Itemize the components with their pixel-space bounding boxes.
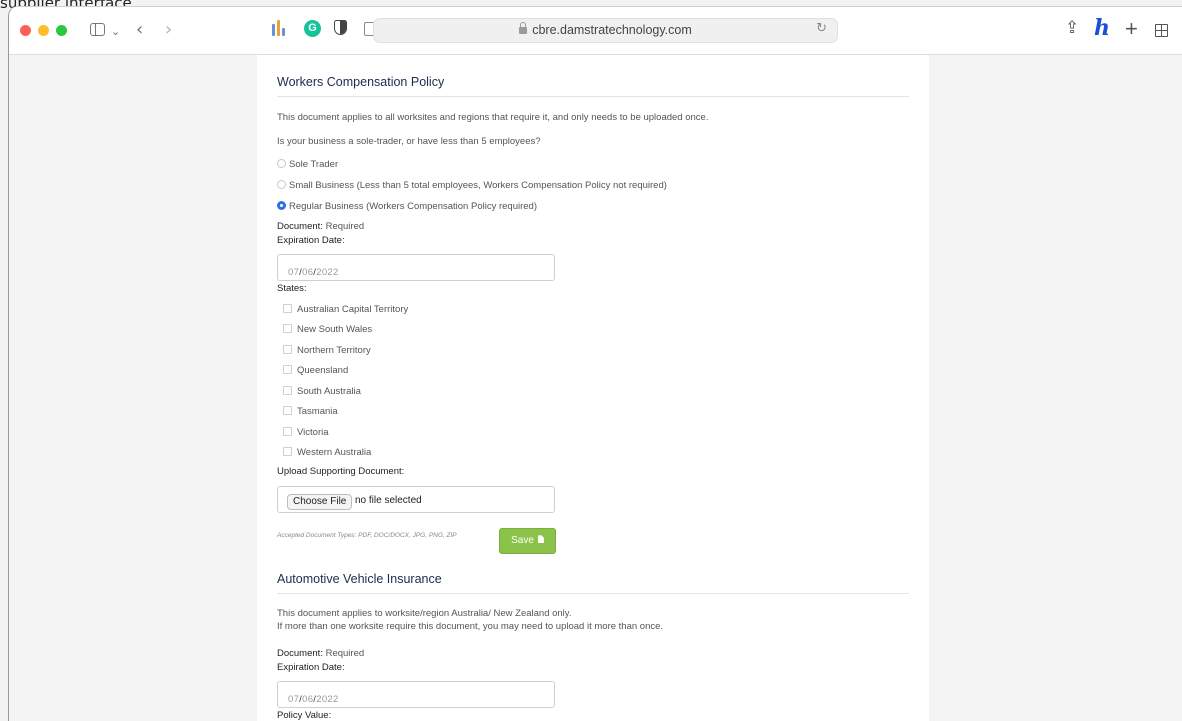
checkbox[interactable] [283, 344, 292, 354]
state-checkbox-nsw[interactable]: New South Wales [283, 323, 372, 335]
checkbox[interactable] [283, 426, 292, 436]
back-arrow-icon[interactable]: ‹ [136, 18, 143, 42]
policy-value-label: Policy Value: [277, 710, 332, 721]
states-label: States: [277, 283, 307, 294]
address-url: cbre.damstratechnology.com [532, 23, 692, 37]
state-checkbox-wa[interactable]: Western Australia [283, 446, 371, 458]
file-upload-input[interactable]: Choose File no file selected [277, 486, 555, 513]
vehicle-intro-line2: If more than one worksite require this d… [277, 621, 664, 632]
state-checkbox-act[interactable]: Australian Capital Territory [283, 303, 408, 315]
checkbox[interactable] [283, 303, 292, 313]
sidebar-toggle-icon[interactable] [90, 23, 105, 36]
state-checkbox-qld[interactable]: Queensland [283, 364, 348, 376]
radio-small-business[interactable]: Small Business (Less than 5 total employ… [277, 179, 667, 191]
radio-button-selected[interactable] [277, 200, 286, 210]
vehicle-insurance-title: Automotive Vehicle Insurance [277, 572, 442, 586]
chevron-down-icon[interactable]: ⌄ [111, 20, 120, 44]
reload-icon[interactable]: ↻ [816, 21, 827, 36]
share-icon[interactable]: ⇪ [1065, 18, 1079, 38]
page-content: Workers Compensation Policy This documen… [257, 55, 929, 721]
extension-bars-icon[interactable] [272, 20, 286, 38]
workers-comp-intro: This document applies to all worksites a… [277, 112, 709, 123]
save-button[interactable]: Save [499, 528, 556, 554]
choose-file-button[interactable]: Choose File [287, 494, 353, 510]
checkbox[interactable] [283, 364, 292, 374]
vehicle-expiration-label: Expiration Date: [277, 662, 345, 673]
grammarly-icon[interactable]: G [304, 20, 321, 37]
privacy-shield-icon[interactable] [334, 20, 347, 35]
expiration-date-input[interactable]: 07/06/2022 [277, 254, 555, 281]
new-tab-icon[interactable]: + [1125, 16, 1138, 42]
radio-button[interactable] [277, 158, 286, 168]
vehicle-intro-line1: This document applies to worksite/region… [277, 608, 572, 619]
forward-arrow-icon[interactable]: › [165, 18, 172, 42]
state-checkbox-nt[interactable]: Northern Territory [283, 344, 371, 356]
business-size-question: Is your business a sole-trader, or have … [277, 136, 541, 147]
radio-sole-trader[interactable]: Sole Trader [277, 158, 338, 170]
accepted-types-note: Accepted Document Types: PDF, DOC/DOCX, … [277, 532, 457, 539]
minimize-window-button[interactable] [38, 25, 49, 36]
zoom-window-button[interactable] [56, 25, 67, 36]
document-requirement: Document: Required [277, 221, 365, 232]
checkbox[interactable] [283, 405, 292, 415]
expiration-date-label: Expiration Date: [277, 235, 345, 246]
checkbox[interactable] [283, 446, 292, 456]
section-divider [277, 593, 909, 594]
checkbox[interactable] [283, 385, 292, 395]
state-checkbox-tas[interactable]: Tasmania [283, 405, 338, 417]
vehicle-expiration-input[interactable]: 07/06/2022 [277, 681, 555, 708]
vehicle-document-requirement: Document: Required [277, 648, 365, 659]
close-window-button[interactable] [20, 25, 31, 36]
section-divider [277, 96, 909, 97]
honey-extension-icon[interactable]: h [1094, 15, 1110, 41]
radio-regular-business[interactable]: Regular Business (Workers Compensation P… [277, 200, 537, 212]
browser-window: ⌄ ‹ › G cbre.damstratechnology.com ↻ ⇪ h… [8, 6, 1182, 721]
state-checkbox-vic[interactable]: Victoria [283, 426, 329, 438]
address-bar[interactable]: cbre.damstratechnology.com ↻ [373, 18, 838, 43]
no-file-text: no file selected [355, 495, 422, 506]
upload-label: Upload Supporting Document: [277, 466, 405, 477]
lock-icon [519, 22, 528, 34]
radio-button[interactable] [277, 179, 286, 189]
checkbox[interactable] [283, 323, 292, 333]
file-icon [537, 535, 544, 544]
browser-toolbar: ⌄ ‹ › G cbre.damstratechnology.com ↻ ⇪ h… [9, 7, 1182, 55]
state-checkbox-sa[interactable]: South Australia [283, 385, 361, 397]
tab-overview-icon[interactable] [1155, 24, 1168, 37]
workers-comp-title: Workers Compensation Policy [277, 75, 445, 89]
